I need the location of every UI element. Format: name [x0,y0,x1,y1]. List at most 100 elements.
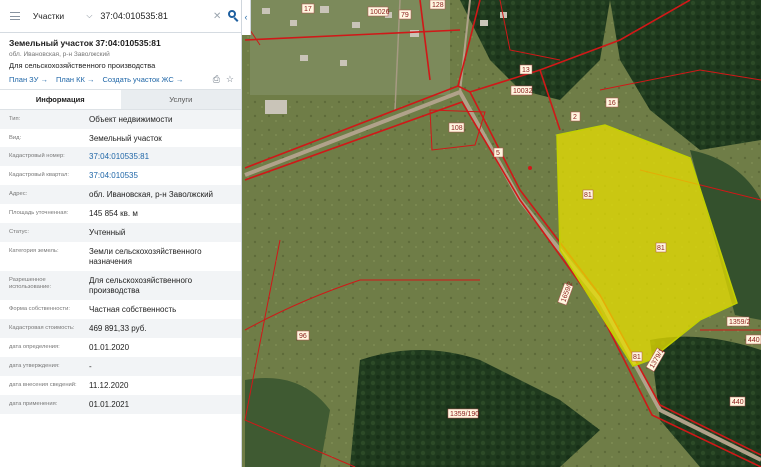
svg-text:96: 96 [299,333,307,340]
map-point [528,166,532,170]
map-label: 96 [296,330,310,341]
map-label: 16 [605,97,619,108]
field-value: Земли сельскохозяйственного назначения [89,247,202,266]
list-item: Форма собственности: Частная собственнос… [0,300,241,319]
field-value: Объект недвижимости [89,115,173,124]
field-label: дата применения: [9,401,58,407]
list-item: Вид: Земельный участок [0,129,241,147]
village-area [250,0,450,95]
map-label: 1359/190 [447,408,479,419]
plan-zu-link[interactable]: План ЗУ → [9,75,48,84]
svg-text:81: 81 [633,354,641,361]
search-icon[interactable] [225,8,241,24]
object-purpose: Для сельскохозяйственного производства [9,61,156,70]
star-icon[interactable]: ☆ [226,74,234,85]
field-value: 469 891,33 руб. [89,324,147,333]
list-item: дата определения: 01.01.2020 [0,338,241,357]
map-label: 81 [655,242,667,253]
field-value: 01.01.2021 [89,400,130,409]
list-item: Статус: Учтенный [0,223,241,242]
field-value: 11.12.2020 [89,381,129,390]
list-item: Тип: Объект недвижимости [0,110,241,129]
print-icon[interactable]: ⎙ [213,74,220,85]
svg-text:1359/2: 1359/2 [729,319,751,326]
list-item: дата утверждения: - [0,357,241,376]
svg-text:81: 81 [657,245,665,252]
list-item: Разрешенное использование: Для сельскохо… [0,271,241,300]
map-label: 13 [519,64,533,75]
create-parcel-link[interactable]: Создать участок ЖС → [102,75,183,84]
list-item: Кадастровый квартал: 37:04:010535 [0,166,241,185]
svg-text:128: 128 [432,2,444,9]
field-label: Адрес: [9,191,28,197]
map-label: 2 [570,111,581,122]
field-label: Вид: [9,135,22,141]
tab-services[interactable]: Услуги [120,90,241,109]
field-value: Учтенный [89,228,126,237]
field-label: Площадь уточненная: [9,210,69,216]
field-label: Тип: [9,116,21,122]
search-bar: Участки ⌵ 37:04:010535:81 ✕ [0,0,241,33]
svg-text:13: 13 [522,67,530,74]
map-label: 10032 [510,85,533,96]
object-actions: ⎙ ☆ [213,74,234,85]
field-label: дата определения: [9,344,60,350]
map-label: 79 [398,9,412,20]
field-value: обл. Ивановская, р-н Заволжский [89,190,213,199]
list-item: Кадастровый номер: 37:04:010535:81 [0,147,241,166]
field-label: Статус: [9,229,29,235]
svg-text:16: 16 [608,100,616,107]
close-icon[interactable]: ✕ [211,11,223,22]
list-item: Категория земель: Земли сельскохозяйстве… [0,242,241,271]
object-header: Земельный участок 37:04:010535:81 обл. И… [0,33,241,88]
object-links: План ЗУ → План КК → Создать участок ЖС → [9,75,232,84]
map-label: 81 [631,351,643,362]
field-value: 01.01.2020 [89,343,130,352]
svg-text:17: 17 [304,6,312,13]
collapse-panel-button[interactable]: ‹ [242,0,251,35]
menu-icon[interactable] [10,12,20,20]
field-value: 145 854 кв. м [89,209,138,218]
list-item: Адрес: обл. Ивановская, р-н Заволжский [0,185,241,204]
map-label: 5 [493,147,504,158]
list-item: дата применения: 01.01.2021 [0,395,241,414]
field-value: Частная собственность [89,305,177,314]
property-list: Тип: Объект недвижимости Вид: Земельный … [0,110,241,414]
map-label: 1359/2 [726,316,751,327]
field-label: Кадастровый квартал: [9,172,69,178]
map-label: 17 [301,3,315,14]
search-input[interactable]: 37:04:010535:81 [100,11,211,21]
map-label: 10026 [367,6,390,17]
layer-select[interactable]: Участки [33,11,87,21]
field-label: дата внесения сведений: [9,382,77,388]
tab-information[interactable]: Информация [0,90,121,109]
field-label: Форма собственности: [9,306,70,312]
svg-text:81: 81 [584,192,592,199]
svg-text:1359/190: 1359/190 [450,411,479,418]
map-label: 440 [745,334,761,345]
list-item: дата внесения сведений: 11.12.2020 [0,376,241,395]
map-label: 440 [729,396,746,407]
map-label: 128 [429,0,446,10]
map-label: 81 [582,189,594,200]
cadastral-quarter-link[interactable]: 37:04:010535 [89,166,241,181]
field-label: Разрешенное использование: [9,277,52,290]
plan-kk-link[interactable]: План КК → [56,75,95,84]
object-address: обл. Ивановская, р-н Заволжский [9,51,110,58]
page-title: Земельный участок 37:04:010535:81 [9,38,161,48]
svg-text:10032: 10032 [513,88,533,95]
svg-text:79: 79 [401,12,409,19]
field-label: Категория земель: [9,248,59,254]
svg-text:108: 108 [451,125,463,132]
field-label: Кадастровая стоимость: [9,325,75,331]
map-label: 108 [448,122,465,133]
svg-text:2: 2 [573,114,577,121]
field-value: Для сельскохозяйственного производства [89,276,193,295]
field-label: Кадастровый номер: [9,153,65,159]
cadastral-number-link[interactable]: 37:04:010535:81 [89,147,241,162]
field-value: - [89,362,92,371]
list-item: Площадь уточненная: 145 854 кв. м [0,204,241,223]
chevron-down-icon[interactable]: ⌵ [86,11,96,21]
field-label: дата утверждения: [9,363,60,369]
svg-text:440: 440 [748,337,760,344]
